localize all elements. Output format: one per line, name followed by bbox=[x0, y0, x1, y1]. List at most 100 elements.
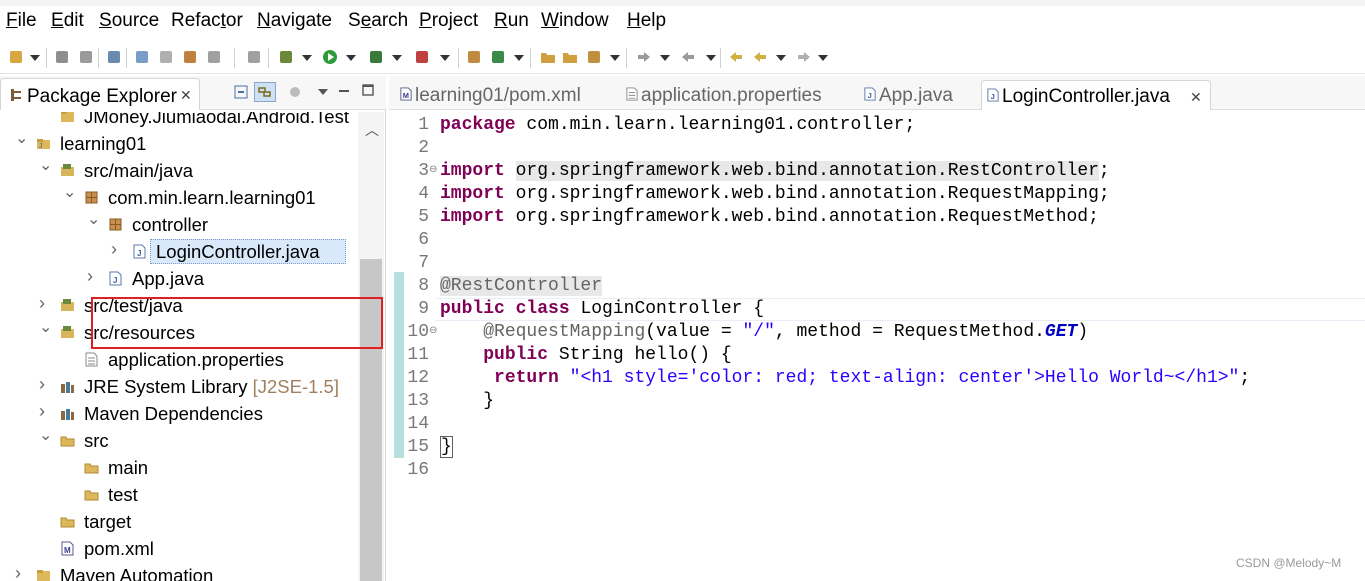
external-tools-icon[interactable] bbox=[414, 49, 430, 65]
tree-item[interactable]: › J LoginController.java bbox=[0, 238, 358, 265]
forward-icon[interactable] bbox=[796, 49, 812, 65]
code-line[interactable]: @RestController bbox=[440, 275, 603, 298]
debug-dropdown-arrow[interactable] bbox=[302, 55, 312, 61]
coverage-dropdown-arrow[interactable] bbox=[392, 55, 402, 61]
tree-item[interactable]: ⌄ Jlearning01 bbox=[0, 130, 358, 157]
chevron-down-icon[interactable]: ⌄ bbox=[15, 131, 28, 147]
next-annotation-icon[interactable] bbox=[636, 49, 652, 65]
maximize-icon[interactable] bbox=[362, 84, 374, 96]
new-dropdown-arrow[interactable] bbox=[30, 55, 40, 61]
chevron-down-icon[interactable]: ⌄ bbox=[87, 212, 100, 228]
chevron-down-icon[interactable]: ⌄ bbox=[63, 185, 76, 201]
menu-run[interactable]: Run bbox=[494, 9, 529, 33]
tree-item[interactable]: ⌄ src/main/java bbox=[0, 157, 358, 184]
menu-search[interactable]: Search bbox=[348, 9, 408, 33]
chevron-right-icon[interactable]: › bbox=[15, 564, 24, 581]
chevron-down-icon[interactable]: ⌄ bbox=[39, 428, 52, 444]
open-folder-icon[interactable] bbox=[540, 49, 556, 65]
tree-item[interactable]: › JRE System Library [J2SE-1.5] bbox=[0, 373, 358, 400]
run-icon[interactable] bbox=[322, 49, 338, 65]
focus-icon[interactable] bbox=[288, 85, 302, 99]
pin-icon[interactable] bbox=[586, 49, 602, 65]
open-project-icon[interactable] bbox=[562, 49, 578, 65]
minimize-icon[interactable] bbox=[338, 85, 350, 97]
new-icon[interactable] bbox=[8, 49, 24, 65]
new-java-package-icon[interactable] bbox=[466, 49, 482, 65]
forward-dropdown-arrow[interactable] bbox=[818, 55, 828, 61]
new-class-dropdown-arrow[interactable] bbox=[514, 55, 524, 61]
tree-item[interactable]: JMoney.Jiumiaodai.Android.Test bbox=[0, 112, 358, 130]
tab-learning01-pom-xml[interactable]: Mlearning01/pom.xml bbox=[395, 80, 611, 110]
code-line[interactable]: package com.min.learn.learning01.control… bbox=[440, 114, 915, 137]
menu-source[interactable]: Source bbox=[99, 9, 159, 33]
run-dropdown-arrow[interactable] bbox=[346, 55, 356, 61]
code-line[interactable]: } bbox=[440, 390, 494, 413]
chevron-right-icon[interactable]: › bbox=[87, 267, 96, 285]
chevron-right-icon[interactable]: › bbox=[39, 375, 48, 393]
code-line[interactable]: import org.springframework.web.bind.anno… bbox=[440, 183, 1110, 206]
back-dropdown-arrow[interactable] bbox=[776, 55, 786, 61]
menu-window[interactable]: Window bbox=[541, 9, 609, 33]
menu-project[interactable]: Project bbox=[419, 9, 478, 33]
code-line[interactable]: import org.springframework.web.bind.anno… bbox=[440, 160, 1110, 183]
coverage-icon[interactable] bbox=[368, 49, 384, 65]
view-menu-icon[interactable] bbox=[318, 89, 328, 95]
tree-item[interactable]: ⌄ src bbox=[0, 427, 358, 454]
menu-refactor[interactable]: Refactor bbox=[171, 9, 243, 33]
menu-file[interactable]: File bbox=[6, 9, 37, 33]
tree-item[interactable]: test bbox=[0, 481, 358, 508]
back-icon[interactable] bbox=[752, 49, 768, 65]
link-with-editor-icon[interactable] bbox=[254, 82, 276, 102]
print-icon[interactable] bbox=[206, 49, 222, 65]
save-icon[interactable] bbox=[54, 49, 70, 65]
menu-help[interactable]: Help bbox=[627, 9, 666, 33]
chevron-right-icon[interactable]: › bbox=[39, 294, 48, 312]
collapse-all-icon[interactable] bbox=[234, 85, 248, 99]
fold-collapse-icon[interactable]: ⊖ bbox=[429, 165, 437, 175]
new-class-icon[interactable] bbox=[490, 49, 506, 65]
code-line[interactable]: return "<h1 style='color: red; text-alig… bbox=[440, 367, 1250, 390]
chevron-down-icon[interactable]: ⌄ bbox=[39, 158, 52, 174]
skip-breakpoints-icon[interactable] bbox=[106, 49, 122, 65]
code-line[interactable]: public class LoginController { bbox=[440, 298, 764, 321]
chevron-right-icon[interactable]: › bbox=[111, 240, 120, 258]
chevron-down-icon[interactable]: ⌄ bbox=[39, 320, 52, 336]
tree-item[interactable]: ⌄ com.min.learn.learning01 bbox=[0, 184, 358, 211]
external-tools-dropdown-arrow[interactable] bbox=[440, 55, 450, 61]
code-line[interactable]: } bbox=[440, 436, 453, 459]
tree-item[interactable]: ⌄ controller bbox=[0, 211, 358, 238]
save-all-icon[interactable] bbox=[78, 49, 94, 65]
pin-dropdown-arrow[interactable] bbox=[610, 55, 620, 61]
menu-navigate[interactable]: Navigate bbox=[257, 9, 332, 33]
task-icon[interactable] bbox=[182, 49, 198, 65]
source-folder-icon bbox=[61, 164, 74, 176]
show-whitespace-icon[interactable] bbox=[246, 49, 262, 65]
edit-icon[interactable] bbox=[158, 49, 174, 65]
tab-logincontroller-java[interactable]: J LoginController.java ✕ bbox=[981, 80, 1211, 110]
tree-item[interactable]: Mpom.xml bbox=[0, 535, 358, 562]
tree-item[interactable]: › J App.java bbox=[0, 265, 358, 292]
menu-edit[interactable]: Edit bbox=[51, 9, 84, 33]
debug-icon[interactable] bbox=[278, 49, 294, 65]
code-line[interactable]: import org.springframework.web.bind.anno… bbox=[440, 206, 1099, 229]
tree-item[interactable]: main bbox=[0, 454, 358, 481]
chevron-up-icon[interactable]: ︿ bbox=[365, 120, 379, 140]
code-line[interactable]: public String hello() { bbox=[440, 344, 731, 367]
tab-app-java[interactable]: J App.java bbox=[859, 80, 971, 110]
close-icon[interactable]: ✕ bbox=[1190, 89, 1202, 105]
tree-item[interactable]: › Maven Dependencies bbox=[0, 400, 358, 427]
chevron-right-icon[interactable]: › bbox=[39, 402, 48, 420]
tab-package-explorer[interactable]: Package Explorer ✕ bbox=[0, 78, 200, 110]
prev-annotation-dropdown-arrow[interactable] bbox=[706, 55, 716, 61]
fold-collapse-icon[interactable]: ⊖ bbox=[429, 326, 437, 336]
prev-annotation-icon[interactable] bbox=[680, 49, 696, 65]
tab-application-properties[interactable]: application.properties bbox=[621, 80, 849, 110]
tree-item[interactable]: target bbox=[0, 508, 358, 535]
last-edit-icon[interactable] bbox=[728, 49, 744, 65]
next-annotation-dropdown-arrow[interactable] bbox=[660, 55, 670, 61]
code-line[interactable]: @RequestMapping(value = "/", method = Re… bbox=[440, 321, 1088, 344]
tree-item[interactable]: › Maven Automation bbox=[0, 562, 358, 581]
open-type-icon[interactable] bbox=[134, 49, 150, 65]
tree-item[interactable]: application.properties bbox=[0, 346, 358, 373]
close-icon[interactable]: ✕ bbox=[180, 87, 192, 103]
